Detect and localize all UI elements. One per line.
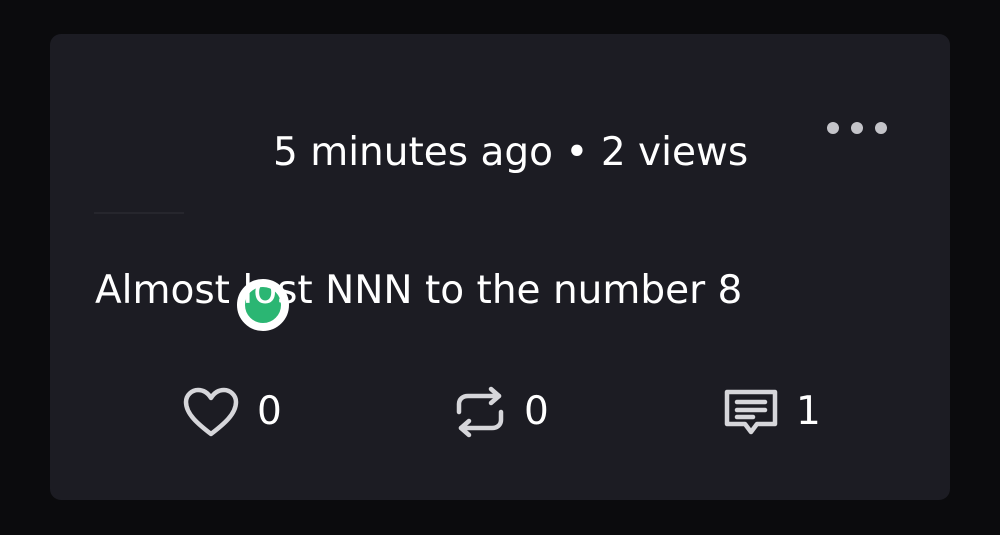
like-button[interactable]: 0 [182,384,282,440]
repost-button[interactable]: 0 [453,384,549,440]
avatar[interactable] [94,134,289,331]
comment-icon [724,389,778,435]
repost-icon [456,386,504,438]
more-horizontal-icon [827,122,839,134]
comment-button[interactable]: 1 [723,384,821,440]
post-meta: 5 minutes ago • 2 views [273,126,748,180]
avatar-placeholder [94,212,184,214]
more-options-button[interactable] [827,114,887,142]
post-text: Almost lost NNN to the number 8 [95,268,743,313]
heart-outline-icon [183,387,239,437]
post-views: 2 views [600,130,749,175]
meta-separator: • [565,130,589,175]
post-card: 5 minutes ago • 2 views Almost lost NNN … [50,34,950,500]
like-count: 0 [257,389,282,434]
comment-count: 1 [796,389,821,434]
more-horizontal-icon [875,122,887,134]
more-horizontal-icon [851,122,863,134]
repost-count: 0 [524,389,549,434]
post-time: 5 minutes ago [273,130,553,175]
